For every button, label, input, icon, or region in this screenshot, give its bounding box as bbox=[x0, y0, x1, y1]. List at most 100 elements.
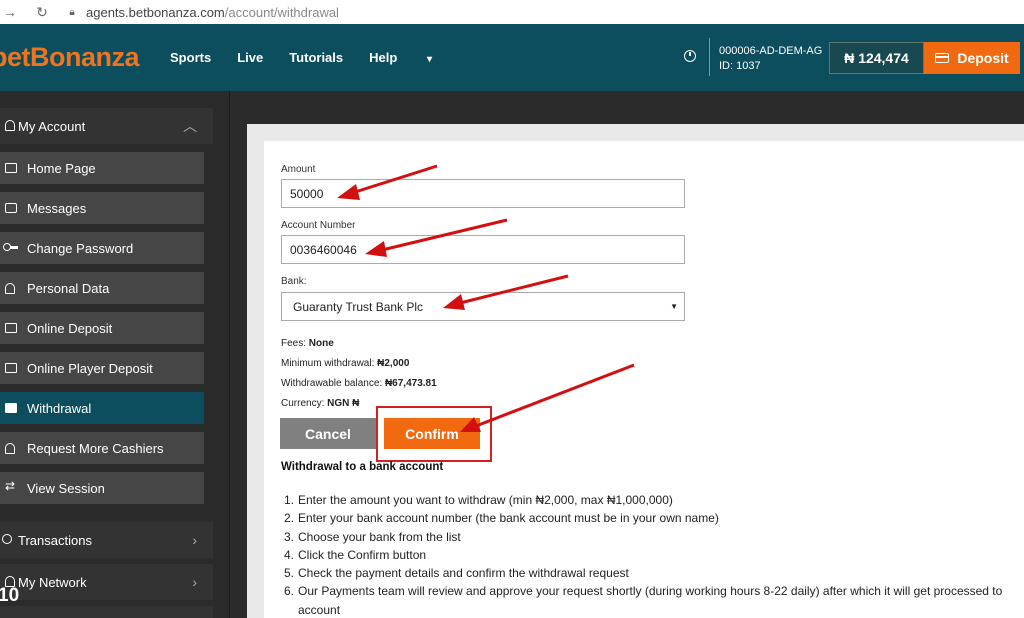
message-icon bbox=[5, 203, 17, 213]
list-item: 6. Our Payments team will review and appr… bbox=[284, 582, 1002, 600]
sidebar-item-label: Change Password bbox=[27, 240, 134, 256]
person-icon bbox=[5, 120, 15, 131]
bank-label: Bank: bbox=[281, 276, 307, 287]
instructions-title: Withdrawal to a bank account bbox=[281, 461, 444, 473]
sidebar-divider bbox=[229, 91, 230, 618]
main-nav: Sports Live Tutorials Help ▾ bbox=[170, 50, 484, 65]
card-icon bbox=[5, 323, 17, 333]
amount-input[interactable]: 50000 bbox=[281, 179, 685, 208]
back-icon[interactable]: → bbox=[0, 4, 20, 20]
card-icon bbox=[935, 53, 950, 63]
person-icon bbox=[5, 283, 15, 294]
fees-label: Fees: bbox=[281, 338, 307, 349]
sidebar-item-label: Messages bbox=[27, 200, 87, 216]
chevron-right-icon: › bbox=[192, 574, 197, 590]
clock-icon bbox=[684, 50, 696, 62]
currency-value: NGN ₦ bbox=[327, 398, 360, 409]
sidebar-section-my-network[interactable]: My Network › bbox=[0, 564, 213, 600]
person-icon bbox=[5, 443, 15, 454]
page: → ↻ 🔒︎ agents.betbonanza.com/account/wit… bbox=[0, 0, 1024, 618]
step-text: account bbox=[298, 602, 341, 617]
site-logo[interactable]: betBonanza bbox=[0, 42, 140, 73]
sidebar-item-request-more-cashiers[interactable]: Request More Cashiers bbox=[0, 432, 204, 464]
step-number: 5. bbox=[284, 566, 295, 581]
dropdown-arrow-icon: ▼ bbox=[670, 302, 678, 311]
sidebar-item-label: Request More Cashiers bbox=[27, 440, 164, 456]
sidebar-item-online-player-deposit[interactable]: Online Player Deposit bbox=[0, 352, 204, 384]
sidebar-item-home-page[interactable]: Home Page bbox=[0, 152, 204, 184]
account-number-input[interactable]: 0036460046 bbox=[281, 235, 685, 264]
step-number: 4. bbox=[284, 547, 295, 562]
cancel-button[interactable]: Cancel bbox=[280, 418, 376, 449]
min-withdrawal-info: Minimum withdrawal: ₦2,000 bbox=[281, 358, 409, 369]
card-icon bbox=[5, 363, 17, 373]
nav-help[interactable]: Help ▾ bbox=[369, 50, 458, 65]
list-item: 1. Enter the amount you want to withdraw … bbox=[284, 491, 1002, 509]
reload-icon[interactable]: ↻ bbox=[32, 4, 52, 21]
sidebar-section-transactions[interactable]: Transactions › bbox=[0, 522, 213, 558]
lock-icon: 🔒︎ bbox=[69, 6, 75, 18]
nav-help-label: Help bbox=[369, 50, 398, 65]
list-item: 5. Check the payment details and confirm … bbox=[284, 564, 1002, 582]
sidebar-item-change-password[interactable]: Change Password bbox=[0, 232, 204, 264]
site-header: betBonanza Sports Live Tutorials Help ▾ … bbox=[0, 24, 1024, 91]
sidebar-item-withdrawal[interactable]: Withdrawal bbox=[0, 392, 204, 424]
deposit-button[interactable]: Deposit bbox=[924, 42, 1020, 74]
step-text: Check the payment details and confirm th… bbox=[298, 566, 629, 581]
step-text: Enter the amount you want to withdraw (m… bbox=[298, 493, 673, 507]
account-info[interactable]: 000006-AD-DEM-AG ID: 1037 bbox=[719, 44, 822, 74]
min-withdrawal-value: ₦2,000 bbox=[377, 358, 410, 369]
sidebar-item-view-session[interactable]: ⇄ View Session bbox=[0, 472, 204, 504]
list-item: 3. Choose your bank from the list bbox=[284, 528, 1002, 546]
fees-info: Fees: None bbox=[281, 338, 334, 349]
url-host: agents.betbonanza.com bbox=[86, 4, 225, 20]
sidebar-section-my-account[interactable]: My Account ︿ bbox=[0, 108, 213, 144]
chevron-up-icon: ︿ bbox=[183, 118, 197, 134]
sidebar-section-more[interactable] bbox=[0, 606, 213, 618]
step-text: Click the Confirm button bbox=[298, 547, 427, 562]
list-item: 4. Click the Confirm button bbox=[284, 546, 1002, 564]
sidebar-item-label: Withdrawal bbox=[27, 400, 92, 416]
sidebar-item-messages[interactable]: Messages bbox=[0, 192, 204, 224]
sidebar-section-label: Transactions bbox=[18, 532, 92, 548]
bank-select[interactable]: Guaranty Trust Bank Plc ▼ bbox=[281, 292, 685, 321]
arrows-icon: ⇄ bbox=[5, 479, 16, 493]
deposit-label: Deposit bbox=[957, 50, 1009, 66]
step-number: 2. bbox=[284, 511, 295, 526]
account-id: ID: 1037 bbox=[719, 60, 761, 72]
list-item-continuation: account bbox=[284, 601, 1002, 618]
step-text: Choose your bank from the list bbox=[298, 529, 461, 544]
page-badge: 10 bbox=[0, 585, 20, 606]
withdrawable-value: ₦67,473.81 bbox=[384, 378, 437, 389]
currency-info: Currency: NGN ₦ bbox=[281, 398, 359, 409]
chevron-down-icon: ▾ bbox=[426, 54, 432, 65]
withdrawable-label: Withdrawable balance: bbox=[281, 378, 383, 389]
list-item: 2. Enter your bank account number (the ba… bbox=[284, 509, 1002, 527]
transactions-icon bbox=[2, 534, 12, 544]
sidebar-section-label: My Account bbox=[18, 118, 86, 134]
address-bar[interactable]: agents.betbonanza.com/account/withdrawal bbox=[86, 5, 339, 20]
account-name: 000006-AD-DEM-AG bbox=[719, 45, 823, 57]
min-withdrawal-label: Minimum withdrawal: bbox=[281, 358, 375, 369]
sidebar-item-online-deposit[interactable]: Online Deposit bbox=[0, 312, 204, 344]
url-path: /account/withdrawal bbox=[224, 4, 339, 20]
nav-tutorials[interactable]: Tutorials bbox=[289, 50, 343, 65]
nav-live[interactable]: Live bbox=[237, 50, 263, 65]
step-number: 6. bbox=[284, 584, 295, 599]
currency-label: Currency: bbox=[281, 398, 325, 409]
sidebar-item-label: Personal Data bbox=[27, 280, 110, 296]
sidebar-item-personal-data[interactable]: Personal Data bbox=[0, 272, 204, 304]
step-number: 1. bbox=[284, 493, 295, 507]
bank-selected-value: Guaranty Trust Bank Plc bbox=[293, 299, 424, 314]
sidebar-item-label: Online Deposit bbox=[27, 320, 113, 336]
withdrawable-info: Withdrawable balance: ₦67,473.81 bbox=[281, 378, 437, 389]
document-icon bbox=[5, 163, 17, 173]
nav-sports[interactable]: Sports bbox=[170, 50, 211, 65]
chevron-right-icon: › bbox=[192, 532, 197, 548]
divider bbox=[709, 38, 710, 76]
step-number: 3. bbox=[284, 529, 295, 544]
withdrawal-icon bbox=[5, 403, 17, 413]
balance-display: ₦ 124,474 bbox=[829, 42, 924, 74]
instructions-list: 1. Enter the amount you want to withdraw … bbox=[284, 491, 1002, 618]
sidebar-section-label: My Network bbox=[18, 574, 87, 590]
